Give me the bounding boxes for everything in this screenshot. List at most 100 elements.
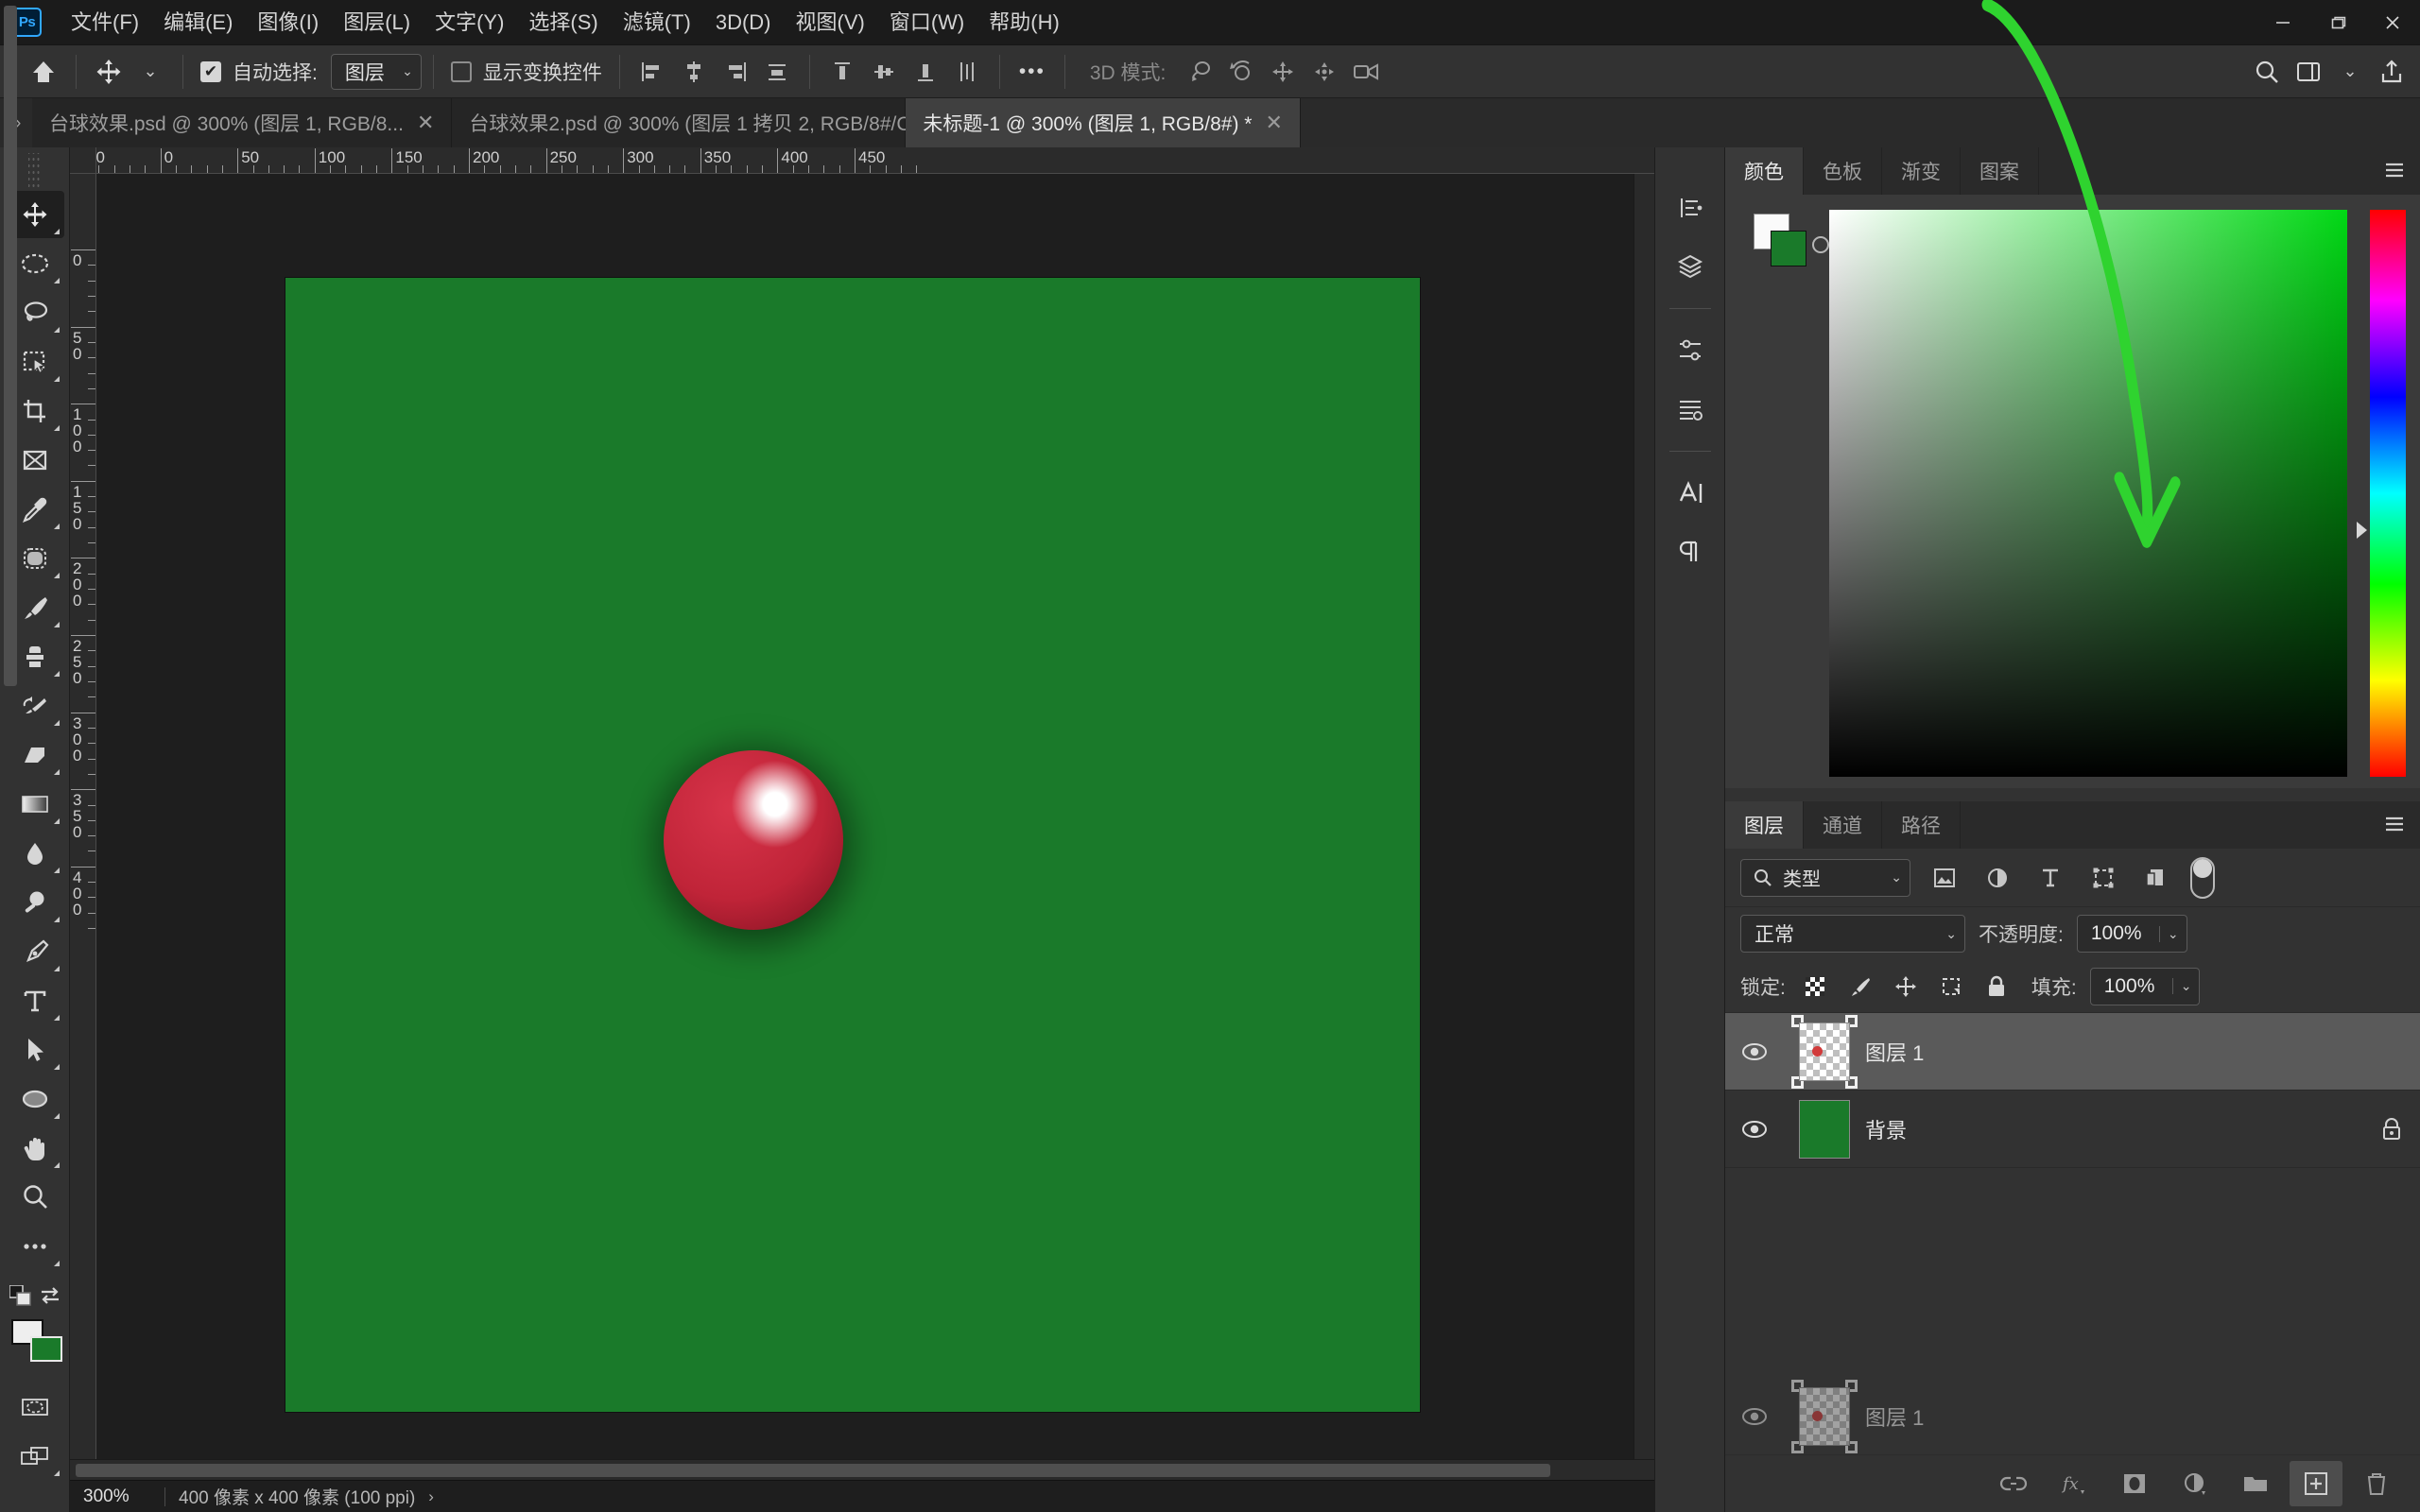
fill-field[interactable]: 100% ⌄	[2089, 967, 2201, 1005]
pen-tool[interactable]	[6, 928, 64, 975]
color-panel-tab-active[interactable]: 颜色	[1725, 147, 1804, 195]
no-color-icon[interactable]	[1812, 236, 1829, 253]
lock-all-icon[interactable]	[1980, 975, 2013, 998]
color-swatches[interactable]	[6, 1317, 64, 1374]
layer-visibility-icon[interactable]	[1725, 1406, 1784, 1427]
vertical-scrollbar[interactable]	[4, 6, 1654, 1459]
layer-row[interactable]: 图层 1	[1725, 1013, 2420, 1091]
align-bottom-icon[interactable]	[905, 51, 946, 93]
new-layer-button[interactable]	[2290, 1461, 2342, 1506]
swap-colors-icon[interactable]	[38, 1285, 62, 1311]
vertical-ruler[interactable]: 0 50 100 150 200 250 300 350 400	[70, 174, 96, 1459]
menu-view[interactable]: 视图(V)	[784, 5, 877, 41]
menu-layer[interactable]: 图层(L)	[331, 5, 423, 41]
close-button[interactable]	[2365, 0, 2420, 45]
align-top-icon[interactable]	[821, 51, 863, 93]
delete-layer-button[interactable]	[2350, 1461, 2403, 1506]
zoom-level[interactable]: 300%	[70, 1486, 164, 1507]
layer-row[interactable]: 图层 1	[1725, 1378, 2420, 1455]
chevron-down-icon[interactable]: ⌄	[2171, 978, 2200, 994]
gradient-tool[interactable]	[6, 781, 64, 828]
menu-file[interactable]: 文件(F)	[59, 5, 151, 41]
path-selection-tool[interactable]	[6, 1026, 64, 1074]
dodge-tool[interactable]	[6, 879, 64, 926]
smart-object-filter-icon[interactable]	[2137, 866, 2175, 890]
home-icon[interactable]	[23, 51, 64, 93]
rotate-3d-icon[interactable]	[1179, 51, 1220, 93]
screen-mode-button[interactable]	[6, 1433, 64, 1480]
type-filter-icon[interactable]	[2031, 866, 2069, 890]
blend-mode-select[interactable]: 正常 ⌄	[1740, 915, 1965, 953]
document-tab-active[interactable]: 未标题-1 @ 300% (图层 1, RGB/8#) * ✕	[906, 98, 1301, 147]
document-tab[interactable]: 台球效果2.psd @ 300% (图层 1 拷贝 2, RGB/8#/C...…	[452, 98, 958, 147]
tools-panel-grip[interactable]	[27, 153, 42, 187]
layer-style-button[interactable]: fx	[2048, 1461, 2100, 1506]
ellipse-shape-tool[interactable]	[6, 1075, 64, 1123]
quick-mask-button[interactable]	[6, 1383, 64, 1431]
chevron-down-icon[interactable]: ⌄	[2158, 925, 2187, 942]
chevron-down-icon[interactable]: ⌄	[2329, 51, 2371, 93]
slide-3d-icon[interactable]	[1304, 51, 1345, 93]
zoom-3d-icon[interactable]	[1345, 51, 1389, 93]
menu-edit[interactable]: 编辑(E)	[151, 5, 245, 41]
menu-filter[interactable]: 滤镜(T)	[611, 5, 703, 41]
more-options-button[interactable]: •••	[1011, 51, 1053, 93]
layer-list[interactable]: 图层 1 背景 图层 1	[1725, 1013, 2420, 1455]
layer-visibility-icon[interactable]	[1725, 1041, 1784, 1062]
horizontal-scrollbar[interactable]	[70, 1459, 1654, 1480]
artboard[interactable]	[285, 278, 1420, 1412]
lock-transparency-icon[interactable]	[1799, 975, 1831, 998]
menu-window[interactable]: 窗口(W)	[877, 5, 977, 41]
minimize-button[interactable]	[2256, 0, 2310, 45]
canvas-stage[interactable]	[96, 174, 1634, 1459]
menu-3d[interactable]: 3D(D)	[703, 5, 784, 41]
menu-type[interactable]: 文字(Y)	[423, 5, 516, 41]
color-panel-tab-tab[interactable]: 图案	[1961, 147, 2039, 195]
auto-select-checkbox[interactable]: ✔ 自动选择:	[195, 51, 323, 93]
layers-panel-tab-active[interactable]: 图层	[1725, 801, 1804, 849]
color-panel-tab-tab[interactable]: 渐变	[1882, 147, 1961, 195]
history-brush-tool[interactable]	[6, 682, 64, 730]
new-group-button[interactable]	[2229, 1461, 2282, 1506]
ruler-corner[interactable]	[70, 147, 96, 174]
adjustment-layer-button[interactable]	[2169, 1461, 2221, 1506]
menu-help[interactable]: 帮助(H)	[977, 5, 1072, 41]
menu-select[interactable]: 选择(S)	[516, 5, 610, 41]
maximize-button[interactable]	[2310, 0, 2365, 45]
menu-image[interactable]: 图像(I)	[245, 5, 331, 41]
roll-3d-icon[interactable]	[1220, 51, 1262, 93]
close-tab-icon[interactable]: ✕	[417, 112, 434, 133]
layer-name[interactable]: 图层 1	[1865, 1037, 2420, 1067]
scrollbar-thumb[interactable]	[4, 6, 17, 686]
layers-panel-tab-tab[interactable]: 通道	[1804, 801, 1882, 849]
lock-image-icon[interactable]	[1844, 975, 1876, 998]
layer-thumbnail[interactable]	[1784, 1379, 1865, 1453]
paragraph-panel-icon[interactable]	[1663, 525, 1718, 578]
layer-name[interactable]: 背景	[1865, 1114, 2363, 1144]
hue-marker[interactable]	[2357, 522, 2367, 539]
billiard-ball[interactable]	[664, 750, 843, 930]
distribute-vertical-icon[interactable]	[946, 51, 988, 93]
default-colors-icon[interactable]	[8, 1284, 34, 1313]
type-tool[interactable]	[6, 977, 64, 1024]
layer-thumbnail[interactable]	[1784, 1014, 1865, 1089]
pixel-filter-icon[interactable]	[1926, 866, 1963, 890]
align-center-vertical-icon[interactable]	[863, 51, 905, 93]
workspace-icon[interactable]	[2288, 51, 2329, 93]
status-expand-icon[interactable]: ›	[428, 1487, 434, 1506]
layer-mask-button[interactable]	[2108, 1461, 2161, 1506]
lock-artboard-icon[interactable]	[1935, 975, 1967, 998]
panel-menu-icon[interactable]	[2382, 160, 2407, 185]
scrollbar-thumb[interactable]	[76, 1464, 1550, 1477]
adjustments-icon[interactable]	[1663, 324, 1718, 377]
layer-visibility-icon[interactable]	[1725, 1119, 1784, 1140]
eraser-tool[interactable]	[6, 731, 64, 779]
panel-menu-icon[interactable]	[2382, 814, 2407, 839]
character-panel-icon[interactable]	[1663, 467, 1718, 520]
lock-position-icon[interactable]	[1890, 975, 1922, 998]
layer-name[interactable]: 图层 1	[1865, 1401, 2420, 1432]
adjustment-filter-icon[interactable]	[1979, 866, 2016, 890]
layer-filter-type-select[interactable]: 类型 ⌄	[1740, 858, 1910, 897]
color-field[interactable]	[1829, 210, 2347, 777]
edit-toolbar-button[interactable]	[6, 1223, 64, 1270]
